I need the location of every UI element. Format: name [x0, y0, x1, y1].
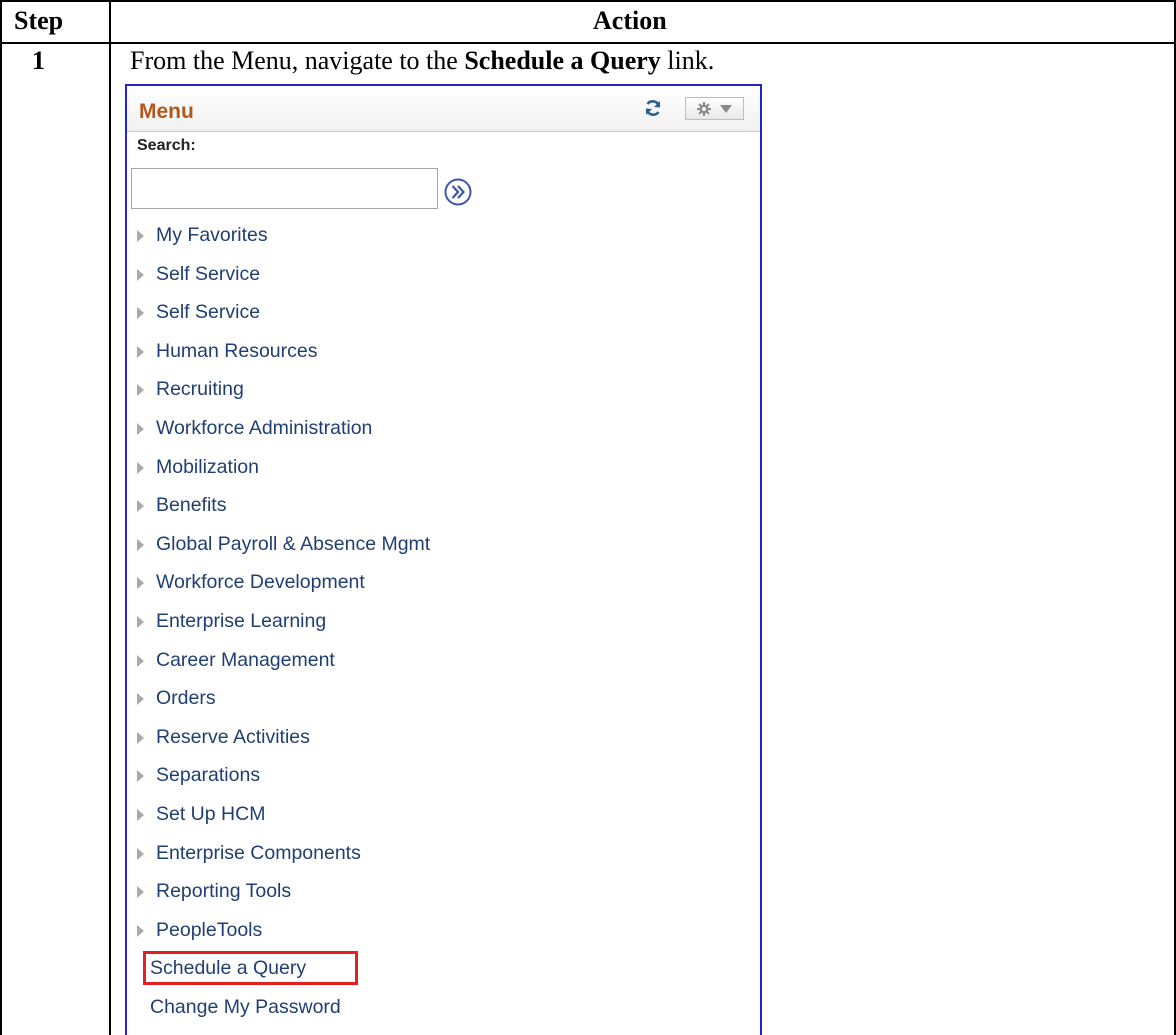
menu-folder-label: Human Resources	[156, 339, 318, 362]
menu-folder-enterprise-learning[interactable]: Enterprise Learning	[127, 602, 760, 641]
double-chevron-right-icon[interactable]	[443, 177, 473, 207]
menu-header: Menu	[127, 86, 760, 132]
menu-folder-label: Set Up HCM	[156, 802, 266, 825]
triangle-right-icon	[137, 345, 144, 358]
menu-link-change-my-password[interactable]: Change My Password	[127, 988, 760, 1027]
step-instruction: From the Menu, navigate to the Schedule …	[130, 47, 714, 75]
triangle-right-icon	[137, 654, 144, 667]
instruction-suffix: link.	[660, 46, 715, 75]
triangle-right-icon	[137, 307, 144, 320]
table-border-column-divider	[109, 0, 111, 1035]
header-action: Action	[593, 6, 667, 35]
menu-folder-mobilization[interactable]: Mobilization	[127, 448, 760, 487]
triangle-right-icon	[137, 538, 144, 551]
table-border-header-bottom	[0, 42, 1176, 44]
triangle-right-icon	[137, 230, 144, 242]
triangle-right-icon	[137, 268, 144, 281]
menu-folder-workforce-development[interactable]: Workforce Development	[127, 563, 760, 602]
menu-folder-label: Global Payroll & Absence Mgmt	[156, 532, 431, 555]
menu-folder-my-favorites[interactable]: My Favorites	[127, 216, 760, 255]
menu-folder-separations[interactable]: Separations	[127, 756, 760, 795]
menu-folder-label: Benefits	[156, 494, 227, 517]
menu-folder-reserve-activities[interactable]: Reserve Activities	[127, 718, 760, 757]
menu-folder-recruiting[interactable]: Recruiting	[127, 370, 760, 409]
menu-folder-label: Enterprise Learning	[156, 609, 327, 632]
triangle-right-icon	[137, 422, 144, 435]
triangle-right-icon	[137, 384, 144, 397]
menu-folder-label: Mobilization	[156, 455, 259, 478]
search-label: Search:	[137, 137, 196, 154]
menu-folder-label: Self Service	[156, 262, 261, 285]
triangle-right-icon	[137, 886, 144, 899]
menu-title: Menu	[139, 100, 194, 123]
menu-folder-label: PeopleTools	[156, 918, 263, 941]
menu-folder-enterprise-components[interactable]: Enterprise Components	[127, 834, 760, 873]
gear-icon	[697, 102, 711, 116]
menu-folder-label: Workforce Administration	[156, 416, 373, 439]
menu-folder-workforce-administration[interactable]: Workforce Administration	[127, 409, 760, 448]
menu-folder-reporting-tools[interactable]: Reporting Tools	[127, 872, 760, 911]
menu-folder-label: Reporting Tools	[156, 880, 292, 903]
header-step: Step	[14, 6, 64, 35]
menu-list: My Favorites Self Service Self Service H…	[127, 216, 760, 1026]
instruction-prefix: From the Menu, navigate to the	[130, 46, 465, 75]
step-number: 1	[32, 46, 45, 75]
triangle-right-icon	[137, 461, 144, 474]
menu-link-label: Change My Password	[150, 995, 341, 1018]
menu-folder-career-management[interactable]: Career Management	[127, 641, 760, 680]
triangle-right-icon	[137, 693, 144, 706]
menu-folder-human-resources[interactable]: Human Resources	[127, 332, 760, 371]
menu-folder-set-up-hcm[interactable]: Set Up HCM	[127, 795, 760, 834]
menu-folder-orders[interactable]: Orders	[127, 679, 760, 718]
menu-folder-label: Separations	[156, 764, 261, 787]
menu-folder-label: Recruiting	[156, 378, 244, 401]
triangle-right-icon	[137, 847, 144, 860]
menu-folder-global-payroll[interactable]: Global Payroll & Absence Mgmt	[127, 525, 760, 564]
menu-folder-label: Orders	[156, 687, 216, 710]
triangle-right-icon	[137, 770, 144, 783]
table-border-top	[0, 0, 1176, 2]
settings-menu-button[interactable]	[685, 97, 744, 120]
menu-folder-peopletools[interactable]: PeopleTools	[127, 911, 760, 950]
triangle-right-icon	[137, 500, 144, 513]
menu-folder-self-service-2[interactable]: Self Service	[127, 293, 760, 332]
chevron-down-icon	[720, 105, 732, 113]
triangle-right-icon	[137, 731, 144, 744]
menu-folder-label: Career Management	[156, 648, 335, 671]
menu-folder-label: My Favorites	[156, 224, 268, 246]
menu-folder-label: Reserve Activities	[156, 725, 310, 748]
search-input[interactable]	[131, 168, 438, 209]
table-border-left	[0, 0, 2, 1035]
triangle-right-icon	[137, 808, 144, 821]
menu-folder-self-service[interactable]: Self Service	[127, 255, 760, 294]
menu-link-label: Schedule a Query	[150, 957, 307, 980]
menu-folder-benefits[interactable]: Benefits	[127, 486, 760, 525]
menu-folder-label: Workforce Development	[156, 571, 365, 594]
triangle-right-icon	[137, 924, 144, 937]
triangle-right-icon	[137, 577, 144, 590]
refresh-icon[interactable]	[643, 98, 663, 118]
triangle-right-icon	[137, 615, 144, 628]
menu-panel: Menu Search: My Favorites Self Service S…	[125, 84, 762, 1035]
menu-folder-label: Self Service	[156, 301, 261, 324]
menu-folder-label: Enterprise Components	[156, 841, 361, 864]
menu-link-schedule-a-query[interactable]: Schedule a Query	[127, 949, 760, 988]
instruction-bold-target: Schedule a Query	[464, 46, 661, 75]
